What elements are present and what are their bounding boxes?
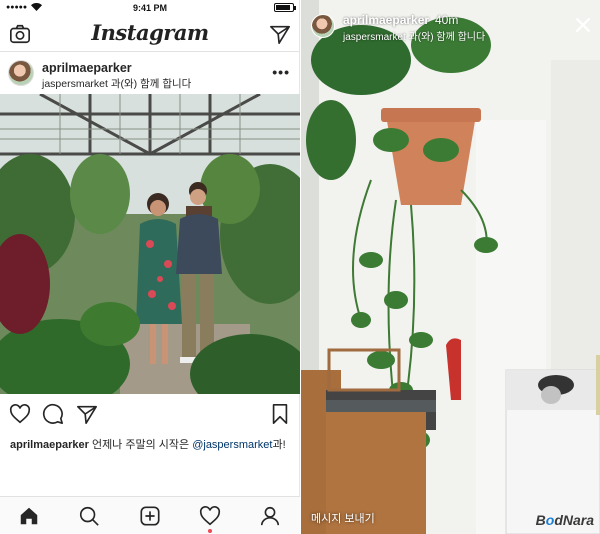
caption-mention[interactable]: @jaspersmarket bbox=[192, 439, 272, 451]
search-icon[interactable] bbox=[78, 505, 100, 527]
watermark: BodNara bbox=[535, 512, 594, 528]
post-caption: aprilmaeparker 언제나 주말의 시작은 @jaspersmarke… bbox=[10, 438, 295, 452]
post-photo[interactable] bbox=[0, 94, 300, 394]
post-collab-text[interactable]: jaspersmarket 과(와) 함께 합니다 bbox=[42, 76, 191, 91]
story-screen[interactable]: aprilmaeparker 40m jaspersmarket 과(와) 함께… bbox=[301, 0, 600, 534]
activity-icon[interactable] bbox=[199, 505, 221, 527]
send-message-field[interactable]: 메시지 보내기 bbox=[311, 510, 375, 526]
heart-icon[interactable] bbox=[9, 403, 31, 425]
comment-icon[interactable] bbox=[42, 403, 64, 425]
story-header: aprilmaeparker 40m jaspersmarket 과(와) 함께… bbox=[301, 0, 600, 46]
close-icon[interactable] bbox=[574, 16, 592, 34]
caption-suffix: 과! bbox=[272, 439, 286, 451]
post-username[interactable]: aprilmaeparker bbox=[42, 61, 132, 75]
avatar[interactable] bbox=[8, 60, 34, 86]
status-time: 9:41 PM bbox=[132, 3, 167, 13]
greenhouse-image bbox=[0, 94, 300, 394]
status-bar: ●●●●● 9:41 PM bbox=[0, 0, 300, 16]
bookmark-icon[interactable] bbox=[269, 403, 291, 425]
story-collab-text[interactable]: jaspersmarket 과(와) 함께 합니다 bbox=[343, 28, 485, 43]
battery-icon bbox=[274, 3, 296, 12]
post-actions bbox=[0, 400, 300, 428]
avatar[interactable] bbox=[311, 14, 335, 38]
app-logo: Instagram bbox=[91, 20, 209, 45]
battery-indicator bbox=[274, 3, 296, 12]
post-header: aprilmaeparker jaspersmarket 과(와) 함께 합니다… bbox=[0, 52, 300, 94]
caption-text: 언제나 주말의 시작은 bbox=[88, 439, 193, 451]
bottom-tab-bar bbox=[0, 496, 300, 534]
send-icon[interactable] bbox=[269, 23, 291, 45]
share-icon[interactable] bbox=[76, 403, 98, 425]
story-timestamp: 40m bbox=[435, 13, 459, 27]
story-photo bbox=[301, 0, 600, 534]
caption-username[interactable]: aprilmaeparker bbox=[10, 439, 89, 451]
profile-icon[interactable] bbox=[259, 505, 281, 527]
add-icon[interactable] bbox=[139, 505, 161, 527]
home-icon[interactable] bbox=[18, 505, 40, 527]
story-username[interactable]: aprilmaeparker bbox=[343, 13, 429, 27]
more-options-icon[interactable]: ••• bbox=[272, 64, 290, 80]
feed-screen: ●●●●● 9:41 PM Instagram aprilmaeparker j… bbox=[0, 0, 300, 534]
notification-dot bbox=[208, 529, 212, 533]
feed-top-bar: Instagram bbox=[0, 16, 300, 52]
